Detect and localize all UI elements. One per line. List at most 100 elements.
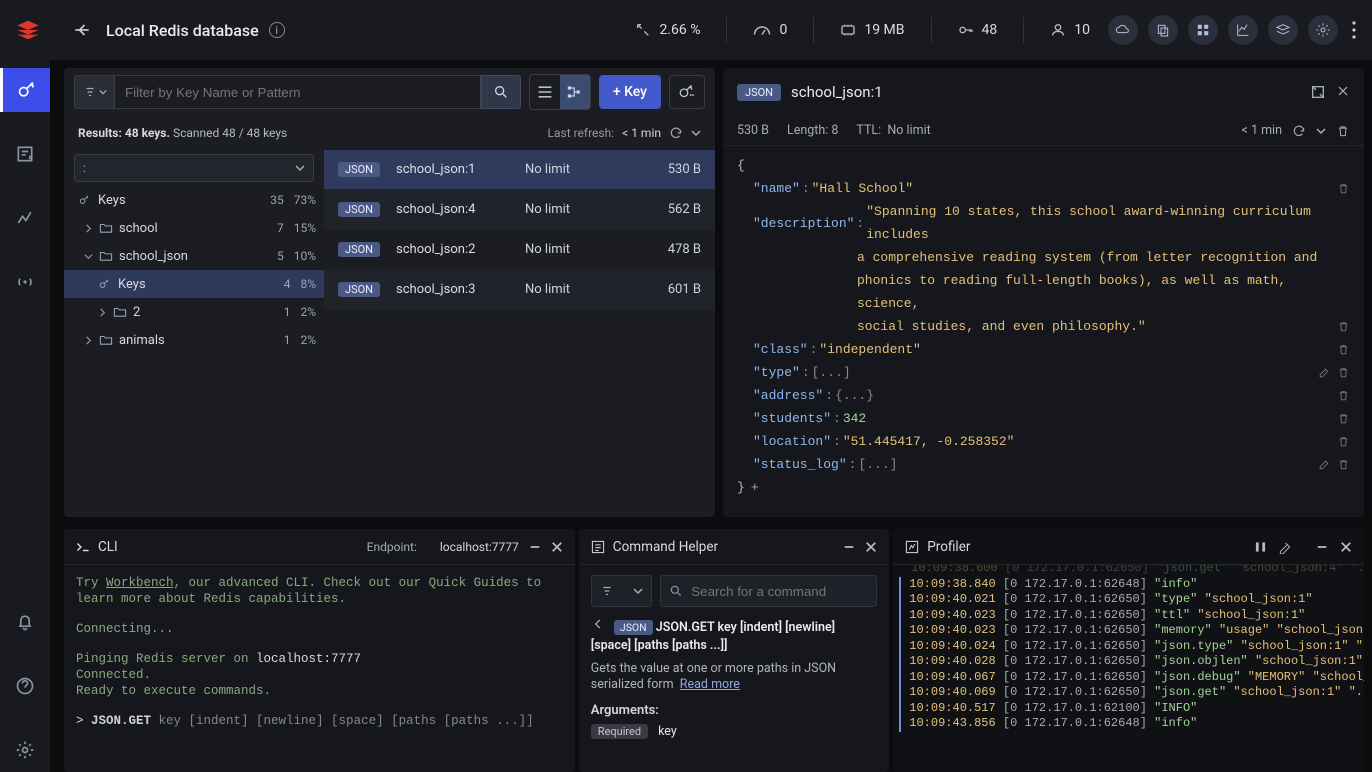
- command-helper-panel: Command Helper JSON JSON.GET key [indent…: [579, 529, 889, 772]
- edit-field-icon[interactable]: [1318, 366, 1331, 379]
- bottom-panels: CLI Endpoint: localhost:7777 Try Workben…: [50, 525, 1372, 772]
- json-students: 342: [843, 407, 866, 430]
- cli-endpoint: localhost:7777: [256, 652, 361, 666]
- stat-mem: 19 MB: [840, 22, 904, 38]
- filter-type-select[interactable]: [74, 75, 114, 109]
- pause-icon[interactable]: [1255, 541, 1266, 553]
- nav-help[interactable]: [0, 664, 50, 708]
- info-icon[interactable]: i: [269, 22, 285, 38]
- scanned-info: Scanned 48 / 48 keys: [173, 126, 287, 140]
- refresh-chevron-icon[interactable]: [691, 128, 701, 138]
- back-button[interactable]: [72, 20, 96, 40]
- delete-field-icon[interactable]: [1337, 412, 1350, 425]
- delete-field-icon[interactable]: [1337, 389, 1350, 402]
- add-key-button[interactable]: + Key: [599, 75, 661, 109]
- key-row[interactable]: JSONschool_json:2No limit478 B: [324, 230, 715, 270]
- close-icon[interactable]: [551, 541, 563, 553]
- nav-notifications[interactable]: [0, 600, 50, 644]
- view-list[interactable]: [530, 75, 560, 109]
- delete-field-icon[interactable]: [1337, 435, 1350, 448]
- cloud-icon[interactable]: [1108, 15, 1138, 45]
- search-icon: [669, 584, 683, 598]
- json-address[interactable]: {...}: [835, 384, 874, 407]
- cli-command[interactable]: JSON.GET: [91, 714, 159, 728]
- bulk-actions-button[interactable]: [669, 75, 705, 109]
- nav-workbench[interactable]: [0, 132, 50, 176]
- chart-icon[interactable]: [1228, 15, 1258, 45]
- nav-analytics[interactable]: [0, 196, 50, 240]
- redis-logo-icon: [14, 16, 42, 44]
- delete-key-icon[interactable]: [1336, 124, 1350, 138]
- chevron-down-icon[interactable]: [1316, 126, 1326, 136]
- close-icon[interactable]: [1340, 541, 1352, 553]
- profiler-line: 10:09:40.067 [0 172.17.0.1:62650] "json.…: [899, 670, 1352, 686]
- delete-field-icon[interactable]: [1337, 343, 1350, 356]
- helper-title: Command Helper: [613, 539, 718, 555]
- minimize-icon[interactable]: [1316, 541, 1328, 553]
- helper-filter[interactable]: [591, 575, 652, 607]
- key-row[interactable]: JSONschool_json:3No limit601 B: [324, 270, 715, 310]
- profiler-line: 10:09:40.021 [0 172.17.0.1:62650] "type"…: [899, 592, 1352, 608]
- fullscreen-icon[interactable]: [1310, 84, 1326, 100]
- delete-field-icon[interactable]: [1337, 366, 1350, 379]
- copy-icon[interactable]: [1148, 15, 1178, 45]
- back-icon[interactable]: [591, 617, 605, 631]
- tree-item[interactable]: school715%: [64, 214, 324, 242]
- json-desc: "Spanning 10 states, this school award-w…: [866, 200, 1350, 246]
- grid-icon[interactable]: [1188, 15, 1218, 45]
- layers-icon[interactable]: [1268, 15, 1298, 45]
- workbench-link[interactable]: Workbench: [106, 576, 174, 590]
- profiler-line: 10:09:40.023 [0 172.17.0.1:62650] "ttl" …: [899, 608, 1352, 624]
- filter-input[interactable]: [114, 75, 481, 109]
- close-icon[interactable]: [1336, 84, 1350, 100]
- main-area: + Key Results: 48 keys. Scanned 48 / 48 …: [50, 60, 1372, 525]
- last-refresh-value: < 1 min: [622, 126, 661, 140]
- helper-search-input[interactable]: [691, 584, 868, 599]
- stat-ops: 0: [753, 22, 787, 38]
- key-ttl: TTL: No limit: [856, 123, 930, 138]
- view-tree[interactable]: [560, 75, 590, 109]
- left-nav-rail: [0, 60, 50, 772]
- json-status-log[interactable]: [...]: [858, 453, 897, 476]
- more-icon[interactable]: [1348, 21, 1358, 39]
- json-type[interactable]: [...]: [812, 361, 851, 384]
- tree-item[interactable]: 212%: [64, 298, 324, 326]
- refresh-icon[interactable]: [1292, 124, 1306, 138]
- delimiter-select[interactable]: :: [74, 154, 314, 182]
- nav-browser[interactable]: [0, 68, 50, 112]
- clear-icon[interactable]: [1278, 540, 1292, 554]
- refresh-icon[interactable]: [669, 126, 683, 140]
- nav-pubsub[interactable]: [0, 260, 50, 304]
- key-length: Length: 8: [787, 123, 838, 138]
- delete-field-icon[interactable]: [1337, 320, 1350, 333]
- required-badge: Required: [591, 724, 648, 739]
- tree-item[interactable]: Keys48%: [64, 270, 324, 298]
- search-button[interactable]: [481, 75, 521, 109]
- minimize-icon[interactable]: [529, 541, 541, 553]
- delete-field-icon[interactable]: [1337, 458, 1350, 471]
- tree-item[interactable]: animals12%: [64, 326, 324, 354]
- profiler-line: 10:09:38.840 [0 172.17.0.1:62648] "info": [899, 577, 1352, 593]
- profiler-panel: Profiler 10:09:38.600 [0 172.17.0.1:6265…: [893, 529, 1364, 772]
- edit-field-icon[interactable]: [1318, 458, 1331, 471]
- delete-field-icon[interactable]: [1337, 182, 1350, 195]
- cli-title: CLI: [98, 539, 118, 555]
- minimize-icon[interactable]: [843, 541, 855, 553]
- topbar: Local Redis database i 2.66 % 0 19 MB 48…: [0, 0, 1372, 60]
- tree-item[interactable]: school_json510%: [64, 242, 324, 270]
- profiler-line: 10:09:40.069 [0 172.17.0.1:62650] "json.…: [899, 685, 1352, 701]
- key-row[interactable]: JSONschool_json:1No limit530 B: [324, 150, 715, 190]
- nav-settings[interactable]: [0, 728, 50, 772]
- add-field-icon[interactable]: +: [751, 476, 759, 499]
- key-row[interactable]: JSONschool_json:4No limit562 B: [324, 190, 715, 230]
- read-more-link[interactable]: Read more: [680, 677, 740, 692]
- cli-line: Connecting...: [76, 621, 563, 637]
- close-icon[interactable]: [865, 541, 877, 553]
- arg-name: key: [658, 724, 677, 739]
- profiler-line: 10:09:40.024 [0 172.17.0.1:62650] "json.…: [899, 639, 1352, 655]
- endpoint-label: Endpoint:: [367, 540, 417, 554]
- stat-cpu: 2.66 %: [635, 22, 700, 38]
- gear-icon[interactable]: [1308, 15, 1338, 45]
- tree-item[interactable]: Keys3573%: [64, 186, 324, 214]
- profiler-line: 10:09:40.023 [0 172.17.0.1:62650] "memor…: [899, 623, 1352, 639]
